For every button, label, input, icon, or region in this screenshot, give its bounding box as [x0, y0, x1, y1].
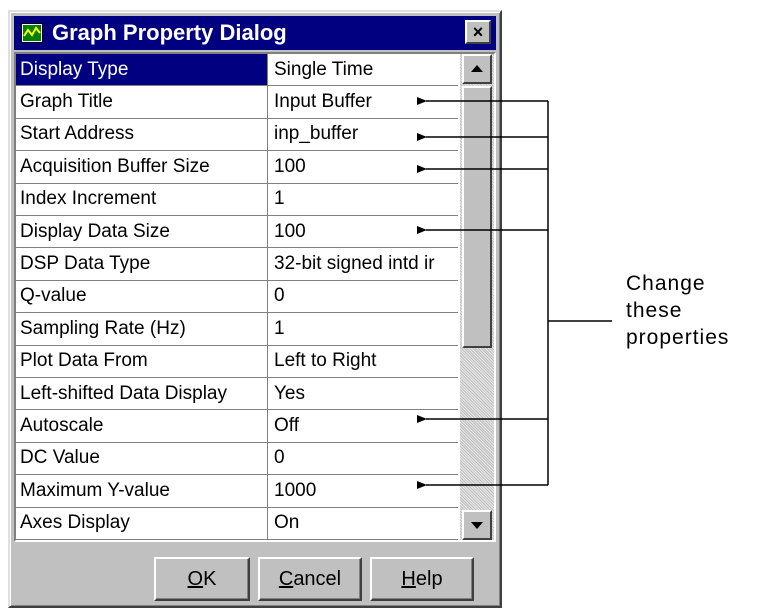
property-value[interactable]: Input Buffer: [268, 86, 458, 117]
property-name[interactable]: Autoscale: [16, 410, 268, 442]
scroll-up-button[interactable]: [462, 54, 492, 84]
property-row[interactable]: DC Value 0: [16, 442, 458, 476]
ok-mnemonic: O: [187, 567, 204, 590]
property-value[interactable]: Yes: [268, 378, 458, 409]
property-value[interactable]: 32-bit signed intd ir: [268, 248, 458, 279]
property-value[interactable]: 100: [268, 216, 458, 247]
close-button[interactable]: ×: [465, 20, 491, 44]
property-name[interactable]: Sampling Rate (Hz): [16, 313, 268, 345]
dialog-title: Graph Property Dialog: [52, 20, 287, 45]
property-value[interactable]: 0: [268, 443, 458, 474]
property-row[interactable]: Start Address inp_buffer: [16, 118, 458, 152]
property-name[interactable]: Index Increment: [16, 183, 268, 215]
arrow-up-icon: [471, 65, 483, 72]
property-value[interactable]: inp_buffer: [268, 119, 458, 150]
property-name[interactable]: Plot Data From: [16, 345, 268, 377]
property-row[interactable]: Autoscale Off: [16, 410, 458, 443]
property-grid-frame: Display Type Single Time Graph Title Input …: [14, 52, 496, 542]
help-button[interactable]: Help: [370, 557, 474, 601]
property-row[interactable]: Plot Data From Left to Right: [16, 345, 458, 378]
property-name[interactable]: DSP Data Type: [16, 248, 268, 280]
property-name[interactable]: Start Address: [16, 118, 268, 151]
scroll-thumb[interactable]: [462, 86, 492, 348]
property-name[interactable]: DC Value: [16, 442, 268, 475]
property-row[interactable]: Display Data Size 100: [16, 216, 458, 249]
property-value[interactable]: On: [268, 508, 458, 539]
annotation-line-2: these: [626, 299, 683, 322]
property-name[interactable]: Q-value: [16, 280, 268, 313]
cancel-button[interactable]: Cancel: [258, 557, 362, 601]
property-value[interactable]: 0: [268, 281, 458, 312]
property-row[interactable]: Display Type Single Time: [16, 54, 458, 87]
property-grid: Display Type Single Time Graph Title Input …: [16, 54, 458, 540]
property-value[interactable]: 1: [268, 184, 458, 215]
property-name[interactable]: Left-shifted Data Display: [16, 378, 268, 410]
property-value[interactable]: 100: [268, 151, 458, 182]
property-value[interactable]: 1000: [268, 475, 458, 506]
property-name[interactable]: Graph Title: [16, 86, 268, 118]
help-label-rest: elp: [415, 567, 443, 590]
property-row[interactable]: Index Increment 1: [16, 183, 458, 216]
property-row[interactable]: Sampling Rate (Hz) 1: [16, 313, 458, 346]
close-icon: ×: [472, 22, 484, 42]
property-value[interactable]: 1: [268, 313, 458, 344]
annotation-line-1: Change: [626, 272, 706, 295]
property-row[interactable]: Left-shifted Data Display Yes: [16, 378, 458, 411]
property-row[interactable]: Maximum Y-value 1000: [16, 475, 458, 508]
property-name[interactable]: Axes Display: [16, 507, 268, 539]
graph-property-dialog: Graph Property Dialog × Display Type Sing…: [8, 10, 502, 608]
property-row[interactable]: Graph Title Input Buffer: [16, 86, 458, 119]
cancel-mnemonic: C: [278, 567, 294, 590]
property-value[interactable]: Left to Right: [268, 346, 458, 377]
scroll-down-button[interactable]: [462, 510, 492, 540]
ok-button[interactable]: OK: [154, 557, 250, 601]
cancel-label-rest: ancel: [293, 567, 342, 590]
property-row[interactable]: Acquisition Buffer Size 100: [16, 151, 458, 184]
graph-icon: [20, 22, 44, 44]
property-value[interactable]: Single Time: [268, 54, 458, 85]
property-value[interactable]: Off: [268, 410, 458, 441]
property-name[interactable]: Acquisition Buffer Size: [16, 151, 268, 183]
property-row[interactable]: Q-value 0: [16, 280, 458, 314]
vertical-scrollbar[interactable]: [460, 54, 494, 540]
annotation-label: Change these properties: [626, 270, 729, 351]
arrow-down-icon: [471, 522, 483, 529]
property-row[interactable]: DSP Data Type 32-bit signed intd ir: [16, 248, 458, 281]
help-mnemonic: H: [401, 567, 416, 590]
property-name[interactable]: Display Type: [16, 54, 268, 86]
title-bar[interactable]: Graph Property Dialog ×: [14, 16, 496, 50]
ok-label-rest: K: [203, 567, 217, 590]
annotation-line-3: properties: [626, 326, 730, 349]
property-row[interactable]: Axes Display On: [16, 507, 458, 540]
property-name[interactable]: Display Data Size: [16, 216, 268, 248]
property-name[interactable]: Maximum Y-value: [16, 475, 268, 507]
